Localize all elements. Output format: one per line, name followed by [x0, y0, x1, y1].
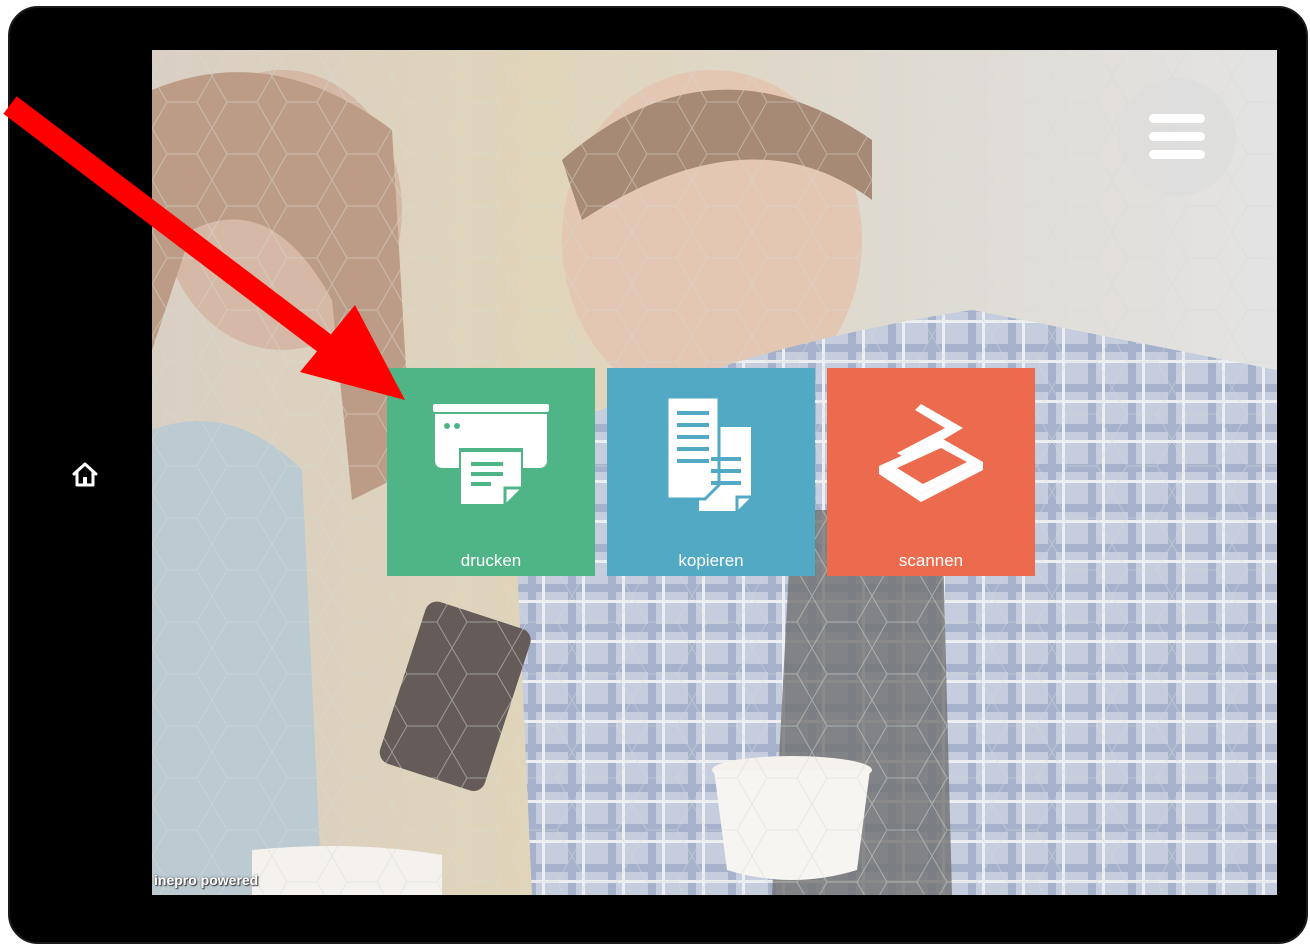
printer-icon: [387, 368, 595, 538]
menu-button[interactable]: [1118, 78, 1236, 196]
kiosk-screen: drucken kopieren scannen inepro powered: [152, 50, 1277, 895]
copy-tile-label: kopieren: [678, 551, 744, 570]
powered-by-label: inepro powered: [154, 872, 259, 888]
print-tile[interactable]: drucken: [387, 368, 595, 576]
copy-tile[interactable]: kopieren: [607, 368, 815, 576]
scan-tile[interactable]: scannen: [827, 368, 1035, 576]
home-button[interactable]: [65, 455, 105, 495]
scan-tile-label: scannen: [898, 551, 964, 570]
home-icon: [72, 462, 98, 487]
hamburger-menu-icon: [1149, 114, 1205, 159]
copy-documents-icon: [607, 368, 815, 538]
scanner-icon: [827, 368, 1035, 538]
print-tile-label: drucken: [460, 551, 522, 570]
